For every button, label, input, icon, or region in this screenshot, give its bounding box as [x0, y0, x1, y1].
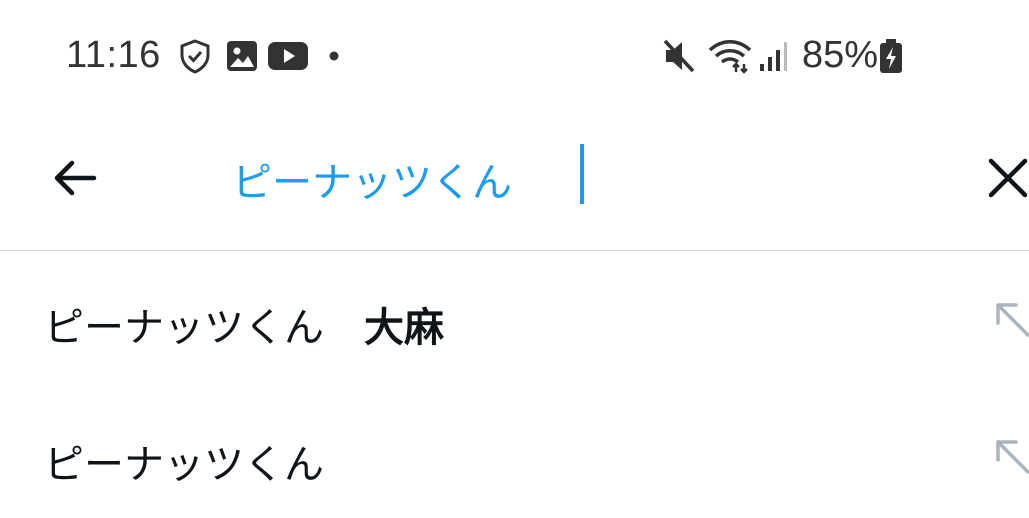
- arrow-left-icon: [54, 160, 97, 196]
- fill-query-arrow-icon[interactable]: [992, 436, 1029, 476]
- suggestion-item[interactable]: ピーナッツくん 大麻: [0, 251, 1029, 381]
- signal-icon: [760, 42, 787, 71]
- clear-search-button[interactable]: [978, 148, 1029, 208]
- suggestion-suffix: 大麻: [364, 305, 444, 351]
- suggestion-text: ピーナッツくん: [44, 432, 324, 490]
- suggestion-text: ピーナッツくん 大麻: [44, 295, 444, 353]
- search-input[interactable]: ピーナッツくん: [232, 150, 512, 208]
- suggestion-prefix: ピーナッツくん: [44, 305, 324, 351]
- dot-icon: [329, 51, 339, 61]
- fill-query-arrow-icon[interactable]: [992, 299, 1029, 339]
- suggestion-prefix: ピーナッツくん: [44, 442, 324, 488]
- status-bar: 11:16 85%: [0, 0, 1029, 112]
- youtube-icon: [268, 42, 308, 70]
- close-icon: [988, 158, 1028, 198]
- image-icon: [227, 41, 257, 71]
- wifi-icon: [708, 40, 752, 74]
- battery-charging-icon: [880, 39, 902, 73]
- shield-check-icon: [180, 39, 210, 74]
- text-caret: [580, 144, 584, 204]
- back-button[interactable]: [44, 148, 104, 208]
- search-bar: ピーナッツくん: [0, 112, 1029, 250]
- status-time: 11:16: [66, 34, 161, 76]
- battery-percentage: 85%: [802, 34, 879, 76]
- suggestion-item[interactable]: ピーナッツくん: [0, 388, 1029, 518]
- mute-icon: [663, 39, 695, 73]
